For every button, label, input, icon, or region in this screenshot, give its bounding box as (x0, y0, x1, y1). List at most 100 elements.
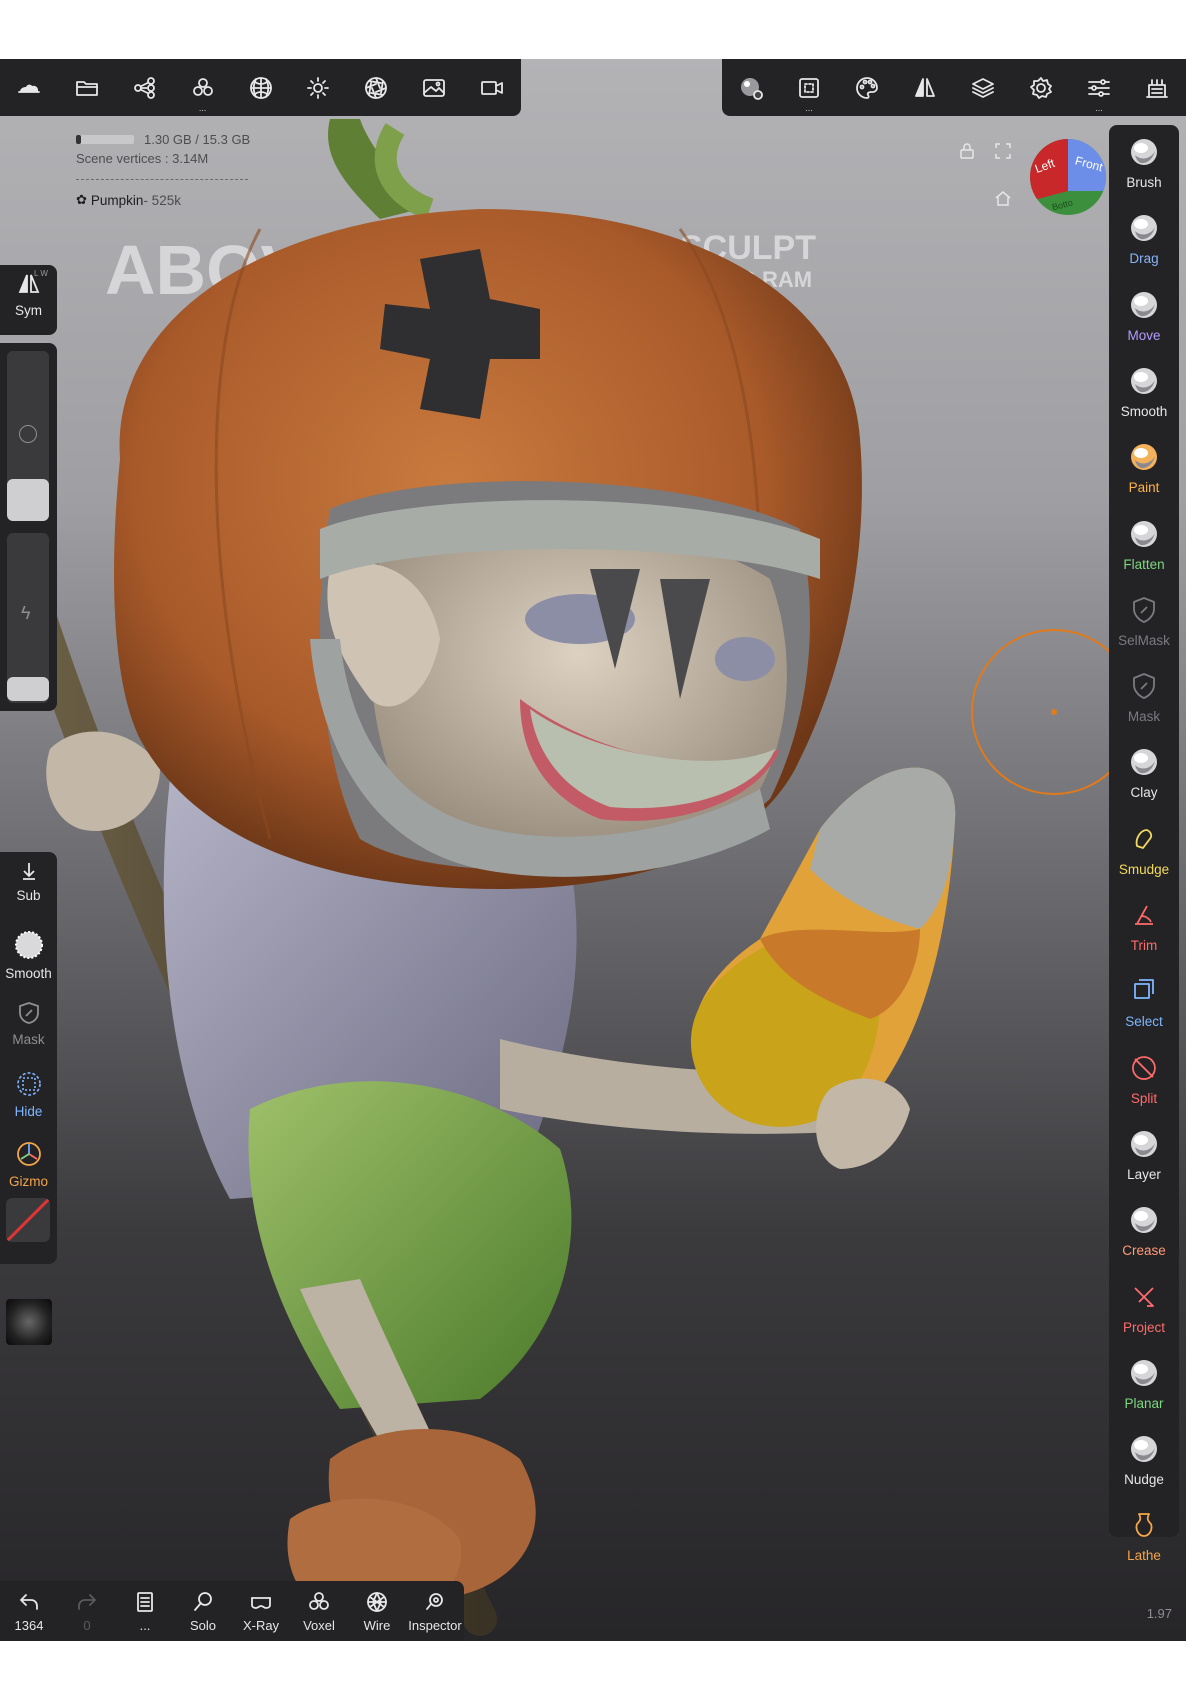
magnifier-icon (194, 1592, 212, 1611)
vertices-text: Scene vertices : 3.14M (76, 151, 209, 166)
flatten-tool-icon (1131, 520, 1157, 547)
gizmo-bottom-label: Botto (1051, 197, 1074, 212)
xray-button[interactable]: X-Ray (232, 1581, 290, 1641)
interface-icon[interactable] (1128, 59, 1186, 117)
no-alpha-icon (6, 1198, 50, 1242)
sliders-icon[interactable]: ... (1070, 59, 1128, 117)
tool-label: Flatten (1123, 556, 1165, 572)
hide-button[interactable]: Hide (0, 1070, 57, 1119)
tool-label: Nudge (1124, 1472, 1164, 1488)
tool-brush[interactable]: Brush (1109, 131, 1179, 207)
smudge-tool-icon (1135, 828, 1153, 849)
topology-icon[interactable]: ... (780, 59, 838, 117)
material-ball-icon[interactable] (722, 59, 780, 117)
tool-label: Smudge (1118, 861, 1170, 877)
top-toolbar-right: ... ... (722, 59, 1186, 116)
layers-icon[interactable] (954, 59, 1012, 117)
tool-trim[interactable]: Trim (1109, 894, 1179, 970)
intensity-slider-handle[interactable] (7, 677, 49, 701)
tool-smudge[interactable]: Smudge (1109, 818, 1179, 894)
lightning-icon: ϟ (21, 603, 31, 623)
orientation-cube[interactable]: Left Front Botto (1030, 139, 1106, 215)
undo-button[interactable]: 1364 (0, 1581, 58, 1641)
move-tool-icon (1131, 291, 1157, 318)
alpha-none-swatch[interactable] (6, 1198, 50, 1242)
wire-button[interactable]: Wire (348, 1581, 406, 1641)
tool-mask[interactable]: Mask (1109, 665, 1179, 741)
tool-label: Layer (1127, 1166, 1161, 1182)
paint-tool-icon (1131, 444, 1157, 471)
camera-icon[interactable] (463, 59, 521, 117)
alpha-texture-swatch[interactable] (6, 1299, 52, 1345)
sub-button[interactable]: Sub (0, 860, 57, 903)
mask-button[interactable]: Mask (0, 1000, 57, 1047)
tool-lathe[interactable]: Lathe (1109, 1504, 1179, 1580)
radius-slider-icon (19, 425, 37, 443)
menu-button[interactable]: ... (116, 1581, 174, 1641)
sun-icon[interactable] (289, 59, 347, 117)
home-icon[interactable] (994, 189, 1012, 207)
gizmo-icon (16, 1142, 41, 1166)
redo-button[interactable]: 0 (58, 1581, 116, 1641)
gizmo-button[interactable]: Gizmo (0, 1140, 57, 1189)
intensity-slider[interactable]: ϟ (7, 533, 49, 703)
mask-shield-icon (18, 1002, 39, 1024)
undo-icon (20, 1594, 38, 1610)
gear-icon[interactable] (1012, 59, 1070, 117)
smooth-tool-icon (1131, 367, 1157, 394)
share-nodes-icon[interactable] (116, 59, 174, 117)
tool-label: Paint (1128, 480, 1160, 496)
tool-flatten[interactable]: Flatten (1109, 513, 1179, 589)
solo-button[interactable]: Solo (174, 1581, 232, 1641)
tool-selmask[interactable]: SelMask (1109, 589, 1179, 665)
sphere-grid-icon[interactable] (232, 59, 290, 117)
scene-tree-icon[interactable]: ... (174, 59, 232, 117)
tool-label: Planar (1124, 1395, 1164, 1411)
document-icon (137, 1592, 153, 1612)
tool-move[interactable]: Move (1109, 284, 1179, 360)
sym-label: Sym (15, 303, 42, 318)
tool-layer[interactable]: Layer (1109, 1123, 1179, 1199)
wireframe-icon (367, 1592, 387, 1612)
tool-label: Drag (1129, 251, 1159, 267)
mask-label: Mask (12, 1032, 45, 1047)
palette-icon[interactable] (838, 59, 896, 117)
version-text: 1.97 (1146, 1606, 1172, 1621)
selected-object[interactable]: ✿ Pumpkin - 525k (76, 192, 181, 208)
tool-project[interactable]: Project (1109, 1276, 1179, 1352)
tool-select[interactable]: Select (1109, 970, 1179, 1046)
radius-slider-handle[interactable] (7, 479, 49, 521)
smooth-button[interactable]: Smooth (0, 930, 57, 981)
tool-label: Clay (1130, 785, 1158, 801)
hide-label: Hide (14, 1104, 43, 1119)
left-panel-sliders: ϟ (0, 343, 57, 711)
tool-label: Split (1130, 1090, 1158, 1106)
tool-crease[interactable]: Crease (1109, 1199, 1179, 1275)
tool-split[interactable]: Split (1109, 1047, 1179, 1123)
tool-nudge[interactable]: Nudge (1109, 1428, 1179, 1504)
voxel-button[interactable]: Voxel (290, 1581, 348, 1641)
layer-tool-icon (1131, 1130, 1157, 1157)
tool-smooth[interactable]: Smooth (1109, 360, 1179, 436)
fullscreen-icon[interactable] (994, 142, 1012, 160)
app-window: ABOVE SCULPT B RAM 1.30 GB / 15.3 GB Sce… (0, 59, 1186, 1641)
left-panel-actions: Sub Smooth Mask Hide Gizmo (0, 852, 57, 1264)
aperture-icon[interactable] (347, 59, 405, 117)
tool-paint[interactable]: Paint (1109, 436, 1179, 512)
radius-slider[interactable] (7, 351, 49, 521)
image-icon[interactable] (405, 59, 463, 117)
redo-icon (78, 1594, 96, 1610)
inspector-button[interactable]: Inspector (406, 1581, 464, 1641)
tool-clay[interactable]: Clay (1109, 741, 1179, 817)
folder-icon[interactable] (58, 59, 116, 117)
viewport-3d[interactable]: ABOVE SCULPT B RAM (0, 59, 1186, 1641)
tool-label: Lathe (1127, 1548, 1161, 1564)
lock-icon[interactable] (958, 142, 976, 160)
tool-drag[interactable]: Drag (1109, 207, 1179, 283)
symmetry-icon[interactable] (896, 59, 954, 117)
clay-tool-icon (1131, 749, 1157, 776)
sym-button[interactable]: Sym (0, 271, 57, 318)
cloud-icon[interactable] (0, 59, 58, 117)
tool-planar[interactable]: Planar (1109, 1352, 1179, 1428)
project-tool-icon (1134, 1286, 1154, 1307)
